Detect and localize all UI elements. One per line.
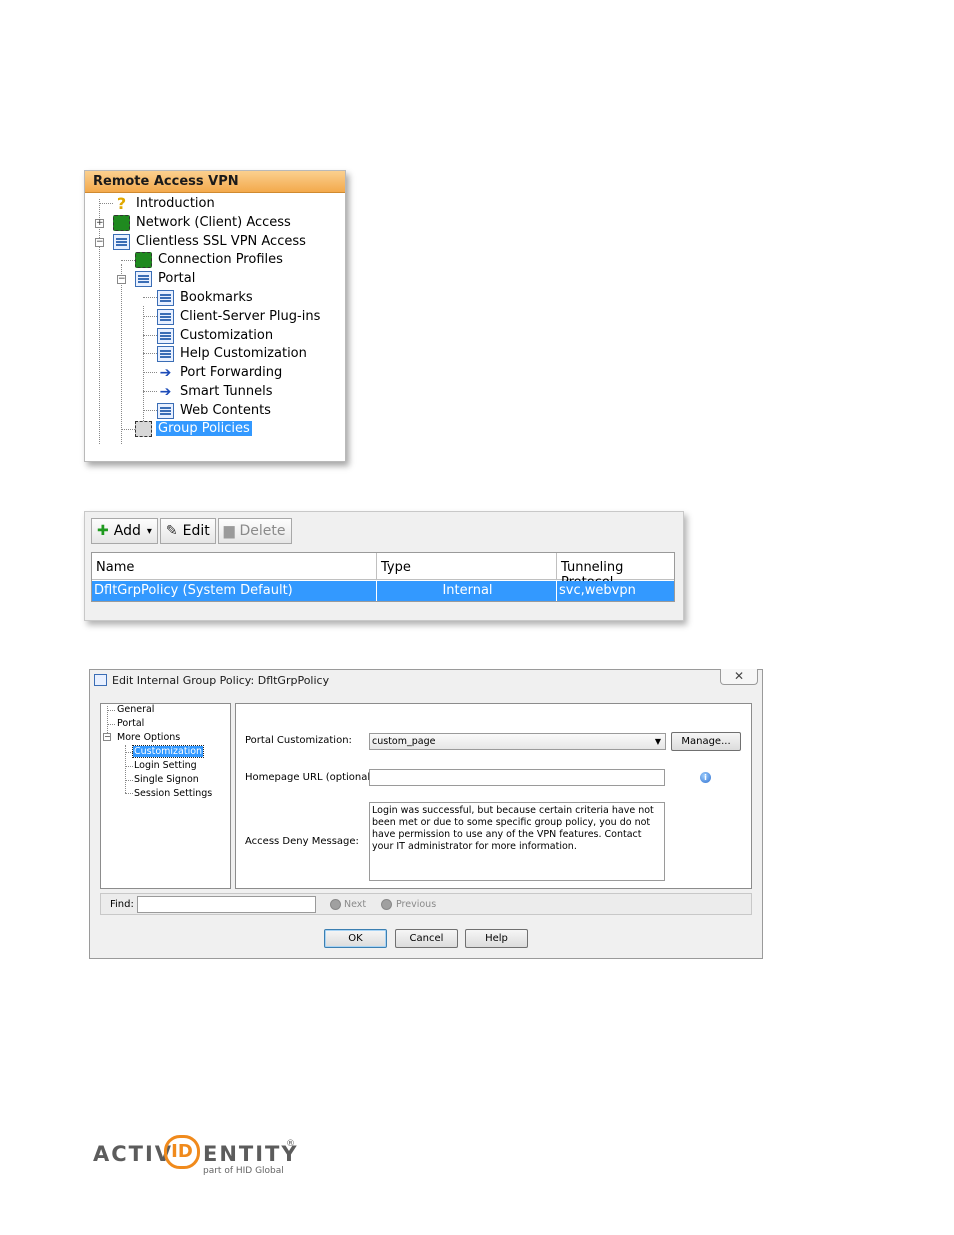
logo-id-mark: ID	[164, 1135, 200, 1169]
network-access-icon	[113, 214, 130, 231]
tree-item-customization[interactable]: Customization	[157, 326, 275, 345]
next-label: Next	[344, 899, 367, 910]
logo-tagline: part of HID Global	[203, 1166, 284, 1176]
portal-customization-select[interactable]: custom_page ▼	[369, 733, 666, 750]
add-dropdown-icon[interactable]: ▾	[147, 526, 152, 537]
nav-item-portal[interactable]: Portal	[117, 718, 144, 729]
cancel-button[interactable]: Cancel	[395, 929, 458, 948]
plugin-icon	[157, 308, 174, 325]
tree-item-smart-tunnels[interactable]: ➔ Smart Tunnels	[157, 382, 275, 401]
nav-item-general[interactable]: General	[117, 704, 154, 715]
actividentity-logo: ACTIV ID ENTITY ® part of HID Global	[93, 1133, 303, 1183]
dialog-app-icon	[94, 674, 107, 686]
table-header: Name Type Tunneling Protocol	[92, 553, 674, 590]
nav-item-customization[interactable]: Customization	[131, 745, 205, 758]
ok-button[interactable]: OK	[324, 929, 387, 948]
customization-form: Portal Customization: custom_page ▼ Mana…	[235, 703, 752, 889]
collapse-portal-toggle[interactable]: −	[117, 275, 126, 284]
help-customization-icon	[157, 345, 174, 362]
policy-toolbar: ✚ Add ▾ ✎ Edit ▆ Delete	[91, 518, 294, 544]
policy-type-cell: Internal	[377, 581, 557, 601]
manage-button[interactable]: Manage...	[671, 732, 741, 751]
tree-item-client-server-plugins[interactable]: Client-Server Plug-ins	[157, 307, 322, 326]
trash-icon: ▆	[223, 523, 235, 539]
find-label: Find:	[110, 899, 134, 910]
nav-item-single-signon[interactable]: Single Signon	[134, 774, 199, 785]
remote-access-vpn-panel: Remote Access VPN + − − ? Introduction N…	[84, 170, 346, 462]
port-forwarding-icon: ➔	[159, 364, 172, 381]
homepage-url-label: Homepage URL (optional):	[245, 772, 378, 783]
clientless-vpn-icon	[113, 233, 130, 250]
collapse-clientless-toggle[interactable]: −	[95, 238, 104, 247]
nav-item-more-options[interactable]: More Options	[117, 732, 180, 743]
connection-profile-icon	[135, 251, 152, 268]
nav-item-session-settings[interactable]: Session Settings	[134, 788, 212, 799]
tree-item-introduction[interactable]: ? Introduction	[113, 194, 217, 213]
bookmarks-icon	[157, 289, 174, 306]
column-header-type[interactable]: Type	[377, 553, 557, 580]
tree-item-connection-profiles[interactable]: Connection Profiles	[135, 250, 285, 269]
add-button[interactable]: ✚ Add ▾	[91, 518, 158, 544]
tree-item-web-contents[interactable]: Web Contents	[157, 401, 273, 420]
tree-item-network-client-access[interactable]: Network (Client) Access	[113, 213, 293, 232]
next-radio[interactable]	[330, 899, 341, 910]
previous-radio[interactable]	[381, 899, 392, 910]
info-icon[interactable]: i	[700, 772, 711, 783]
dialog-title: Edit Internal Group Policy: DfltGrpPolic…	[112, 673, 330, 687]
find-bar: Find: Next Previous	[100, 893, 752, 915]
nav-item-login-setting[interactable]: Login Setting	[134, 760, 197, 771]
help-question-icon: ?	[116, 193, 127, 213]
tree-item-portal[interactable]: Portal	[135, 269, 197, 288]
group-policy-list-panel: ✚ Add ▾ ✎ Edit ▆ Delete Name Type Tunnel…	[84, 511, 684, 621]
collapse-more-options-toggle[interactable]: −	[103, 733, 111, 741]
edit-button[interactable]: ✎ Edit	[159, 518, 216, 544]
edit-group-policy-dialog: Edit Internal Group Policy: DfltGrpPolic…	[89, 669, 763, 959]
customization-icon	[157, 327, 174, 344]
tree-item-group-policies[interactable]: Group Policies	[135, 419, 252, 438]
registered-mark: ®	[286, 1139, 295, 1149]
tree-item-clientless-ssl-vpn[interactable]: Clientless SSL VPN Access	[113, 232, 308, 251]
logo-word-left: ACTIV	[93, 1142, 174, 1166]
close-icon: ✕	[733, 669, 745, 683]
help-button[interactable]: Help	[465, 929, 528, 948]
panel-header: Remote Access VPN	[85, 171, 345, 193]
chevron-down-icon: ▼	[654, 737, 661, 746]
access-deny-message-textarea[interactable]: Login was successful, but because certai…	[369, 802, 665, 881]
dialog-titlebar: Edit Internal Group Policy: DfltGrpPolic…	[90, 670, 762, 690]
portal-icon	[135, 270, 152, 287]
portal-customization-label: Portal Customization:	[245, 735, 352, 746]
policy-protocol-cell: svc,webvpn	[559, 583, 636, 598]
smart-tunnel-icon: ➔	[159, 383, 172, 400]
expand-network-access-toggle[interactable]: +	[95, 219, 104, 228]
web-contents-icon	[157, 402, 174, 419]
logo-word-right: ENTITY	[203, 1142, 299, 1166]
access-deny-message-label: Access Deny Message:	[245, 836, 359, 847]
column-header-tunneling-protocol[interactable]: Tunneling Protocol	[557, 553, 674, 590]
tree-item-port-forwarding[interactable]: ➔ Port Forwarding	[157, 363, 284, 382]
table-row[interactable]: DfltGrpPolicy (System Default) Internal …	[92, 581, 674, 601]
column-header-name[interactable]: Name	[92, 553, 377, 580]
group-policies-icon	[135, 420, 152, 437]
policy-name-cell: DfltGrpPolicy (System Default)	[92, 581, 377, 601]
previous-label: Previous	[396, 899, 437, 910]
delete-button[interactable]: ▆ Delete	[217, 518, 292, 544]
tree-item-help-customization[interactable]: Help Customization	[157, 344, 309, 363]
find-input[interactable]	[137, 896, 316, 913]
close-button[interactable]: ✕	[720, 669, 758, 685]
plus-icon: ✚	[97, 523, 109, 539]
policy-table: Name Type Tunneling Protocol DfltGrpPoli…	[91, 552, 675, 602]
dialog-navigation-tree: − General Portal More Options Customizat…	[100, 703, 231, 889]
edit-pencil-icon: ✎	[165, 523, 178, 539]
tree-item-bookmarks[interactable]: Bookmarks	[157, 288, 255, 307]
homepage-url-input[interactable]	[369, 769, 665, 786]
